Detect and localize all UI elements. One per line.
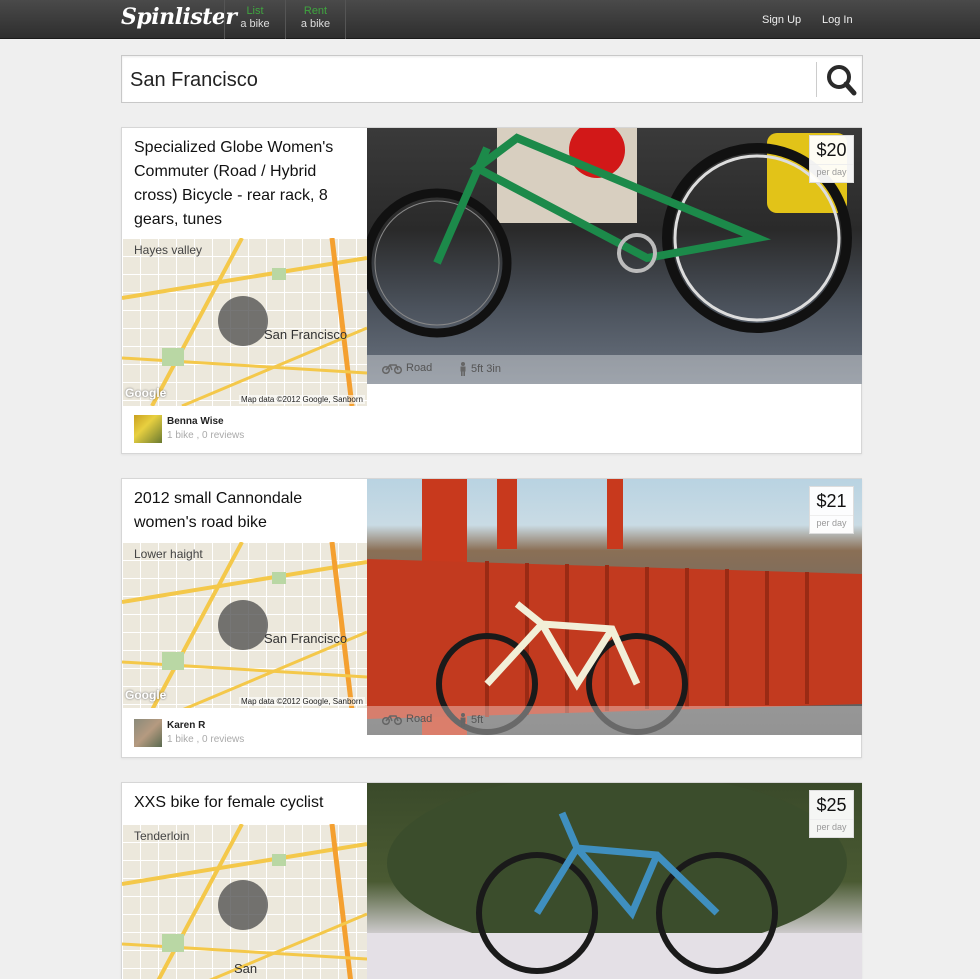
search-bar [121, 55, 863, 103]
avatar [134, 415, 162, 443]
location-circle [218, 296, 268, 346]
search-button[interactable] [822, 62, 860, 98]
rider-height-label: 5ft [471, 713, 484, 726]
magnifier-icon [827, 65, 857, 96]
owner-stats: 1 bike , 0 reviews [167, 734, 245, 745]
rider-height-label: 5ft 3in [471, 362, 501, 375]
bike-illustration [367, 783, 862, 979]
bike-type-label: Road [406, 713, 433, 725]
bike-photo[interactable]: $25 per day [367, 783, 862, 979]
price-badge: $21 per day [809, 486, 854, 534]
bike-photo[interactable]: $21 per day Road 5ft [367, 479, 862, 735]
listing-title[interactable]: XXS bike for female cyclist [134, 791, 356, 815]
person-icon [460, 713, 466, 727]
map-credit: Map data ©2012 Google, Sanborn [239, 395, 365, 404]
listing-info: XXS bike for female cyclist Tenderloin S… [122, 783, 367, 979]
spinlister-logo[interactable]: Spinlister [121, 4, 237, 30]
map-city-label: San Francisco [264, 327, 348, 342]
person-icon [460, 362, 466, 376]
listing-card[interactable]: 2012 small Cannondale women's road bike … [121, 478, 862, 758]
listing-card[interactable]: XXS bike for female cyclist Tenderloin S… [121, 782, 862, 979]
price-amount: $20 [816, 140, 847, 160]
list-label-bottom: a bike [240, 18, 270, 30]
neighborhood-label: Lower haight [134, 547, 203, 561]
listing-card[interactable]: Specialized Globe Women's Commuter (Road… [121, 127, 862, 454]
listing-title[interactable]: 2012 small Cannondale women's road bike [134, 487, 356, 535]
rent-label-bottom: a bike [300, 18, 331, 30]
location-map[interactable]: Hayes valley San Francisco Google Map da… [122, 238, 367, 406]
location-circle [218, 880, 268, 930]
price-badge: $25 per day [809, 790, 854, 838]
location-map[interactable]: Tenderloin San [122, 824, 367, 979]
top-navbar: Spinlister List a bike Rent a bike Sign … [0, 0, 980, 39]
bicycle-icon [382, 363, 402, 374]
price-unit: per day [810, 819, 853, 837]
rent-label-top: Rent [303, 5, 328, 17]
map-city-label: San [234, 961, 258, 976]
bicycle-icon [382, 714, 402, 725]
bike-illustration [367, 479, 862, 735]
map-credit: Map data ©2012 Google, Sanborn [239, 697, 365, 706]
price-unit: per day [810, 515, 853, 533]
price-unit: per day [810, 164, 853, 182]
price-amount: $21 [816, 491, 847, 511]
sign-up-link[interactable]: Sign Up [762, 14, 801, 26]
bike-photo[interactable]: $20 per day Road 5ft 3in [367, 128, 862, 384]
listing-info: Specialized Globe Women's Commuter (Road… [122, 128, 367, 453]
listing-info: 2012 small Cannondale women's road bike … [122, 479, 367, 757]
neighborhood-label: Hayes valley [134, 243, 203, 257]
owner-info[interactable]: Benna Wise 1 bike , 0 reviews [134, 415, 359, 445]
owner-name: Benna Wise [167, 416, 224, 427]
list-a-bike-button[interactable]: List a bike [224, 0, 285, 39]
owner-info[interactable]: Karen R 1 bike , 0 reviews [134, 719, 359, 749]
search-divider [816, 62, 817, 97]
avatar [134, 719, 162, 747]
location-map[interactable]: Lower haight San Francisco Google Map da… [122, 542, 367, 708]
bike-type: Road [382, 713, 432, 725]
bike-type-label: Road [406, 362, 433, 374]
google-logo: Google [125, 688, 167, 702]
owner-name: Karen R [167, 720, 206, 731]
google-logo: Google [125, 386, 167, 400]
bike-type: Road [382, 362, 432, 374]
list-label-top: List [246, 5, 264, 17]
bike-specs: Road 5ft 3in [367, 355, 862, 384]
bike-specs: Road 5ft [367, 706, 862, 735]
listing-title[interactable]: Specialized Globe Women's Commuter (Road… [134, 136, 356, 232]
price-amount: $25 [816, 795, 847, 815]
location-circle [218, 600, 268, 650]
owner-stats: 1 bike , 0 reviews [167, 430, 245, 441]
rent-a-bike-button[interactable]: Rent a bike [285, 0, 346, 39]
bike-illustration [367, 128, 852, 338]
price-badge: $20 per day [809, 135, 854, 183]
neighborhood-label: Tenderloin [134, 829, 190, 843]
map-city-label: San Francisco [264, 631, 348, 646]
log-in-link[interactable]: Log In [822, 14, 853, 26]
rider-height: 5ft 3in [459, 362, 501, 376]
rider-height: 5ft [459, 713, 483, 727]
search-input[interactable] [130, 65, 810, 95]
